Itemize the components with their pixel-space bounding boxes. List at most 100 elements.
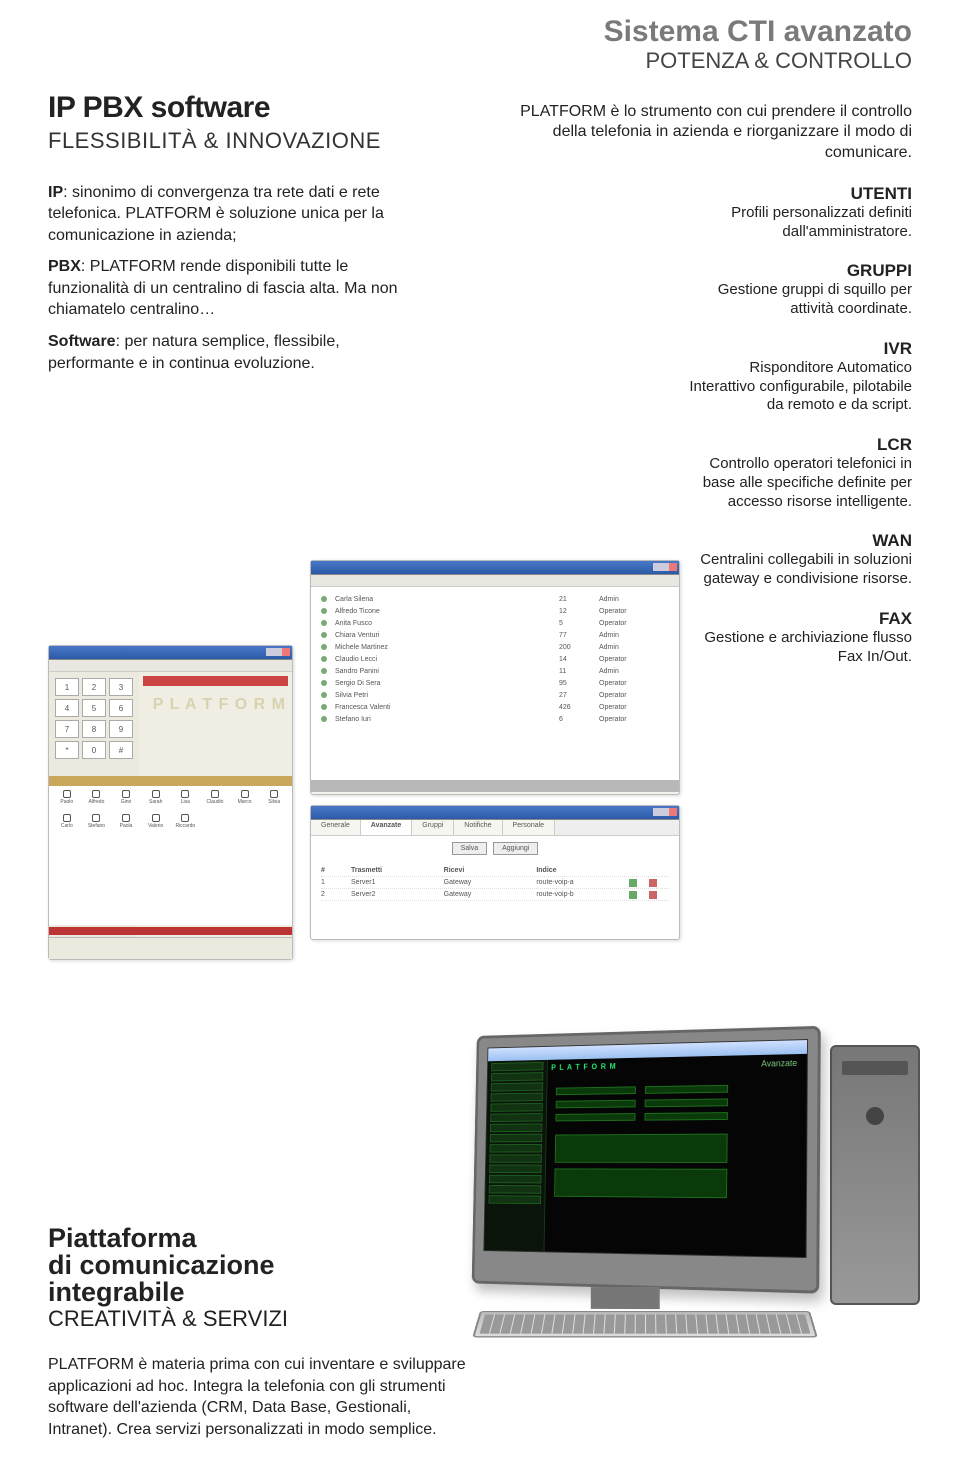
extension-name: Paolo bbox=[60, 799, 73, 805]
dialpad-key[interactable]: # bbox=[109, 741, 133, 759]
user-num: 11 bbox=[559, 668, 599, 675]
feature-block: LCRControllo operatori telefonici in bas… bbox=[682, 435, 912, 511]
dialpad-key[interactable]: 3 bbox=[109, 678, 133, 696]
edit-icon[interactable] bbox=[629, 879, 637, 887]
tab-notifiche[interactable]: Notifiche bbox=[454, 820, 502, 835]
status-dot-icon bbox=[321, 704, 327, 710]
extension-status-icon bbox=[63, 790, 71, 798]
extension-cell[interactable]: Paolo bbox=[53, 790, 81, 812]
extension-cell[interactable]: Stefano bbox=[83, 814, 111, 836]
user-role: Admin bbox=[599, 596, 669, 603]
extension-cell[interactable]: Carlo bbox=[53, 814, 81, 836]
user-role: Operator bbox=[599, 680, 669, 687]
extension-cell[interactable]: Valerio bbox=[142, 814, 170, 836]
extension-cell[interactable]: Lisa bbox=[172, 790, 200, 812]
feature-block: GRUPPIGestione gruppi di squillo per att… bbox=[682, 261, 912, 319]
add-button[interactable]: Aggiungi bbox=[493, 842, 538, 855]
screenshot-settings: GeneraleAvanzateGruppiNotifichePersonale… bbox=[310, 805, 680, 940]
extension-cell[interactable]: Paola bbox=[112, 814, 140, 836]
extension-name: Riccardo bbox=[175, 823, 195, 829]
dialpad-key[interactable]: 6 bbox=[109, 699, 133, 717]
user-row: Sandro Panini11Admin bbox=[321, 665, 669, 677]
dialpad-key[interactable]: 1 bbox=[55, 678, 79, 696]
tab-avanzate[interactable]: Avanzate bbox=[361, 820, 412, 835]
col-header: Ricevi bbox=[444, 867, 537, 874]
feature-desc: Centralini collegabili in soluzioni gate… bbox=[700, 551, 912, 587]
pbx-text: : PLATFORM rende disponibili tutte le fu… bbox=[48, 258, 398, 318]
dialpad-key[interactable]: 9 bbox=[109, 720, 133, 738]
watermark-text: P L A T F O R M bbox=[153, 696, 286, 714]
user-name: Silvia Petri bbox=[335, 692, 559, 699]
window-titlebar bbox=[311, 561, 679, 575]
extension-status-icon bbox=[92, 814, 100, 822]
extension-status-icon bbox=[152, 814, 160, 822]
user-role: Operator bbox=[599, 692, 669, 699]
dialpad-key[interactable]: * bbox=[55, 741, 79, 759]
user-row: Claudio Lecci14Operator bbox=[321, 653, 669, 665]
extension-cell[interactable]: Silvia bbox=[260, 790, 288, 812]
user-role: Operator bbox=[599, 620, 669, 627]
monitor-stand bbox=[591, 1287, 660, 1309]
user-row: Carla Silena21Admin bbox=[321, 593, 669, 605]
dialpad-key[interactable]: 2 bbox=[82, 678, 106, 696]
screen-sidebar-row bbox=[491, 1082, 543, 1091]
user-name: Carla Silena bbox=[335, 596, 559, 603]
extension-name: Silvia bbox=[268, 799, 280, 805]
delete-icon[interactable] bbox=[649, 879, 657, 887]
extension-cell[interactable]: Sarah bbox=[142, 790, 170, 812]
extension-status-icon bbox=[181, 814, 189, 822]
extension-cell[interactable]: Alfredo bbox=[83, 790, 111, 812]
extension-name: Lisa bbox=[181, 799, 190, 805]
bottom-bar-red bbox=[49, 927, 292, 935]
screen-sidebar-row bbox=[489, 1154, 541, 1162]
extension-cell[interactable]: Gino bbox=[112, 790, 140, 812]
window-titlebar bbox=[311, 806, 679, 820]
user-role: Admin bbox=[599, 668, 669, 675]
feature-label: FAX bbox=[682, 609, 912, 629]
screen-sidebar-row bbox=[490, 1103, 542, 1112]
delete-icon[interactable] bbox=[649, 891, 657, 899]
dialpad-key[interactable]: 5 bbox=[82, 699, 106, 717]
extension-status-icon bbox=[152, 790, 160, 798]
computer-monitor: P L A T F O R M Avanzate bbox=[472, 1026, 821, 1294]
user-num: 21 bbox=[559, 596, 599, 603]
computer-tower bbox=[830, 1045, 920, 1305]
feature-label: IVR bbox=[682, 339, 912, 359]
dialpad-key[interactable]: 4 bbox=[55, 699, 79, 717]
user-name: Chiara Venturi bbox=[335, 632, 559, 639]
save-button[interactable]: Salva bbox=[452, 842, 488, 855]
extension-status-icon bbox=[122, 790, 130, 798]
screen-sidebar-row bbox=[490, 1144, 542, 1153]
settings-row: 2Server2Gatewayroute-voip-b bbox=[321, 889, 669, 901]
extension-cell[interactable]: Claudio bbox=[201, 790, 229, 812]
ip-text: : sinonimo di convergenza tra rete dati … bbox=[48, 184, 384, 244]
dialpad-key[interactable]: 0 bbox=[82, 741, 106, 759]
screen-sidebar-row bbox=[489, 1195, 542, 1204]
dialpad-key[interactable]: 7 bbox=[55, 720, 79, 738]
feature-label: LCR bbox=[682, 435, 912, 455]
status-dot-icon bbox=[321, 608, 327, 614]
left-body: IP: sinonimo di convergenza tra rete dat… bbox=[48, 182, 428, 375]
user-role: Operator bbox=[599, 656, 669, 663]
tab-gruppi[interactable]: Gruppi bbox=[412, 820, 454, 835]
screenshot-client: 123 456 789 *0# P L A T F O R M Paolo Alfred… bbox=[48, 645, 293, 960]
feature-desc: Gestione gruppi di squillo per attività … bbox=[718, 281, 912, 317]
status-dot-icon bbox=[321, 680, 327, 686]
computer-illustration: P L A T F O R M Avanzate bbox=[440, 1025, 920, 1355]
user-num: 426 bbox=[559, 704, 599, 711]
extension-cell[interactable]: Marco bbox=[231, 790, 259, 812]
screen-sidebar-row bbox=[490, 1134, 542, 1143]
edit-icon[interactable] bbox=[629, 891, 637, 899]
tab-personale[interactable]: Personale bbox=[503, 820, 556, 835]
dialpad-key[interactable]: 8 bbox=[82, 720, 106, 738]
extension-status-icon bbox=[241, 790, 249, 798]
screen-sidebar-row bbox=[491, 1072, 543, 1081]
left-subtitle: FLESSIBILITÀ & INNOVAZIONE bbox=[48, 128, 428, 154]
extension-name: Sarah bbox=[149, 799, 162, 805]
tab-generale[interactable]: Generale bbox=[311, 820, 361, 835]
extension-cell[interactable]: Riccardo bbox=[172, 814, 200, 836]
status-dot-icon bbox=[321, 656, 327, 662]
screen-sidebar-row bbox=[491, 1093, 543, 1102]
status-dot-icon bbox=[321, 668, 327, 674]
extension-name: Paola bbox=[120, 823, 133, 829]
